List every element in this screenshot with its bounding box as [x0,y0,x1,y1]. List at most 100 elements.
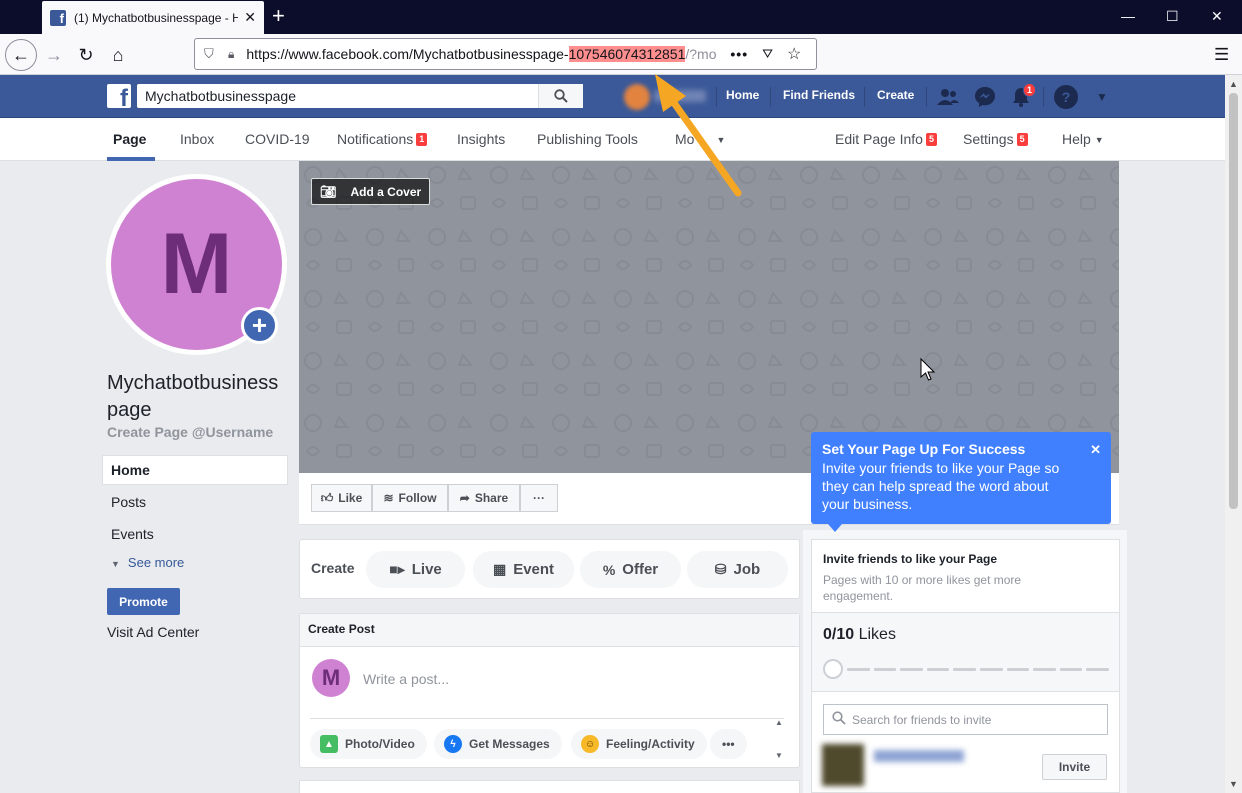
bookmark-star-icon[interactable]: ☆ [787,44,801,64]
cover-photo-area[interactable] [299,161,1119,473]
share-button[interactable]: ➦ Share [448,484,520,512]
follow-button[interactable]: ≋ Follow [372,484,448,512]
tab-more[interactable]: Mo ▼ [675,131,725,147]
nav-divider [1043,87,1044,107]
search-icon[interactable] [538,84,583,108]
invite-widget-subtitle: Pages with 10 or more likes get more eng… [823,573,1022,603]
progress-segment [980,668,1003,671]
likes-progress-bar [823,658,1109,680]
pocket-icon[interactable]: ⛛ [762,46,773,62]
visit-ad-center-link[interactable]: Visit Ad Center [107,624,199,640]
scroll-down-icon[interactable]: ▼ [772,751,786,760]
create-offer-button[interactable]: % Offer [580,551,681,588]
invite-button[interactable]: Invite [1042,754,1107,780]
close-icon[interactable]: ✕ [1090,442,1101,458]
tab-insights[interactable]: Insights [457,131,505,147]
progress-segment [1006,668,1030,671]
menu-icon[interactable]: ☰ [1214,45,1229,65]
post-avatar: M [312,659,350,697]
get-messages-button[interactable]: ϟ Get Messages [434,729,562,759]
active-tab-indicator [107,157,155,161]
photo-video-button[interactable]: ▲ Photo/Video [310,729,427,759]
create-post-card: Create Post M Write a post... ▲ Photo/Vid… [299,613,800,768]
user-avatar[interactable] [624,84,650,110]
sidebar-item-home[interactable]: Home [102,455,288,485]
create-event-button[interactable]: ▦ Event [473,551,574,588]
like-button[interactable]: 👍︎ Like [311,484,372,512]
create-job-button[interactable]: ⛁ Job [687,551,788,588]
more-post-options-button[interactable]: ••• [710,729,747,759]
messenger-icon[interactable] [973,85,997,109]
user-name-blurred[interactable] [654,90,706,102]
page-actions-icon[interactable]: ••• [730,46,748,62]
friend-requests-icon[interactable] [936,85,960,109]
tab-covid-19[interactable]: COVID-19 [245,131,310,147]
scroll-down-icon[interactable]: ▼ [1229,779,1238,789]
facebook-search[interactable]: Mychatbotbusinesspage [137,84,583,108]
url-text[interactable]: https://www.facebook.com/Mychatbotbusine… [246,46,720,62]
close-tab-icon[interactable]: ✕ [244,9,256,26]
minimize-icon[interactable]: — [1121,8,1135,24]
nav-create-link[interactable]: Create [877,88,914,102]
reload-icon[interactable]: ↻ [72,41,100,69]
nav-find-friends-link[interactable]: Find Friends [783,88,855,102]
new-tab-icon[interactable]: + [272,5,285,27]
nav-divider [716,87,717,107]
add-profile-photo-icon[interactable]: + [241,307,278,344]
progress-segment [873,668,897,671]
likes-progress-section [812,612,1119,692]
maximize-icon[interactable]: ☐ [1166,8,1179,25]
tab-page[interactable]: Page [113,131,146,147]
progress-segment [847,668,870,671]
facebook-search-input[interactable]: Mychatbotbusinesspage [137,88,538,104]
invite-search-box[interactable] [823,704,1108,735]
invite-search-input[interactable] [852,712,1107,727]
progress-segment [926,668,950,671]
sidebar-see-more[interactable]: ▼ See more [111,555,184,570]
tab-notifications[interactable]: Notifications 1 [337,131,428,147]
create-box: Create ■▸ Live ▦ Event % Offer ⛁ Job [299,539,800,599]
tab-inbox[interactable]: Inbox [180,131,214,147]
create-username-link[interactable]: Create Page @Username [107,424,273,440]
progress-segment [953,668,976,671]
setup-tooltip: Set Your Page Up For Success Invite your… [811,432,1111,524]
promote-button[interactable]: Promote [107,588,180,615]
sidebar-item-posts[interactable]: Posts [111,494,146,510]
page-name: Mychatbotbusiness page [107,372,279,421]
browser-tab-strip: f (1) Mychatbotbusinesspage - H ✕ + — ☐ … [0,0,1242,34]
help-question-icon[interactable]: ? [1054,85,1078,109]
close-window-icon[interactable]: ✕ [1211,8,1223,25]
scrollbar-thumb[interactable] [1229,93,1238,509]
nav-divider [864,87,865,107]
next-card [299,780,800,793]
scroll-up-icon[interactable]: ▲ [772,718,786,727]
url-highlighted-id: 107546074312851 [568,46,686,62]
browser-tab[interactable]: f (1) Mychatbotbusinesspage - H ✕ [42,1,264,34]
tab-help[interactable]: Help ▼ [1062,131,1104,147]
facebook-logo-icon[interactable]: f [107,84,131,108]
video-camera-icon: ■▸ [389,561,405,577]
write-post-input[interactable]: Write a post... [363,671,449,687]
scroll-up-icon[interactable]: ▲ [1229,79,1238,89]
add-cover-button[interactable]: 📷︎ Add a Cover [311,178,430,205]
home-icon[interactable]: ⌂ [104,41,132,69]
tab-publishing-tools[interactable]: Publishing Tools [537,131,638,147]
sidebar-item-events[interactable]: Events [111,526,154,542]
shield-icon[interactable]: ⛉ [204,46,218,62]
back-icon[interactable]: ← [5,39,37,71]
address-bar[interactable]: ⛉ 🔒︎ https://www.facebook.com/Mychatbotb… [194,38,817,70]
feeling-activity-button[interactable]: ☺ Feeling/Activity [571,729,707,759]
triangle-down-icon: ▼ [111,559,120,569]
lock-icon[interactable]: 🔒︎ [228,47,234,62]
create-live-button[interactable]: ■▸ Live [366,551,465,588]
page-scrollbar[interactable]: ▲ ▼ [1225,75,1242,793]
edit-page-info-badge: 5 [925,133,937,146]
nav-home-link[interactable]: Home [726,88,759,102]
tab-settings[interactable]: Settings 5 [963,131,1028,147]
tab-edit-page-info[interactable]: Edit Page Info 5 [835,131,937,147]
account-dropdown-icon[interactable]: ▼ [1090,85,1114,109]
forward-icon[interactable]: → [40,41,68,69]
post-actions-scroll[interactable]: ▲ ▼ [772,718,786,766]
invite-friends-widget: Invite friends to like your Page Pages w… [811,539,1120,793]
more-options-button[interactable]: ··· [520,484,558,512]
